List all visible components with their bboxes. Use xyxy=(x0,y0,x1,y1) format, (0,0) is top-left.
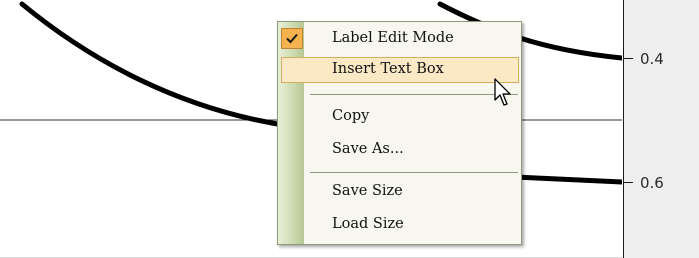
menu-item-label-edit-mode[interactable]: Label Edit Mode xyxy=(278,26,521,52)
menu-item-label: Insert Text Box xyxy=(332,61,444,77)
menu-item-label: Save Size xyxy=(332,183,403,199)
checkmark-icon xyxy=(281,28,303,49)
menu-item-label: Label Edit Mode xyxy=(332,30,454,46)
menu-item-label: Copy xyxy=(332,108,370,124)
plot-curve-left xyxy=(19,1,293,129)
y-axis-panel: 0.4 0.6 xyxy=(623,0,699,258)
arrow-cursor-icon xyxy=(494,78,511,106)
plot-window: 0.4 0.6 Label Edit Mode Insert Text Box … xyxy=(0,0,699,258)
axis-tick xyxy=(624,182,633,183)
axis-tick-label: 0.4 xyxy=(640,50,664,68)
menu-item-save-size[interactable]: Save Size xyxy=(278,179,521,205)
axis-tick xyxy=(624,58,633,59)
menu-icon-gutter xyxy=(278,22,304,244)
menu-item-insert-text-box[interactable]: Insert Text Box xyxy=(281,57,519,83)
axis-tick-label: 0.6 xyxy=(640,174,664,192)
menu-item-load-size[interactable]: Load Size xyxy=(278,212,521,238)
menu-item-label: Load Size xyxy=(332,216,404,232)
context-menu: Label Edit Mode Insert Text Box Copy Sav… xyxy=(277,21,522,245)
menu-item-save-as[interactable]: Save As... xyxy=(278,137,521,163)
menu-separator xyxy=(310,172,518,173)
menu-item-copy[interactable]: Copy xyxy=(278,104,521,130)
menu-separator xyxy=(310,94,518,95)
menu-item-label: Save As... xyxy=(332,141,404,157)
plot-curve-lower-right xyxy=(512,174,622,185)
